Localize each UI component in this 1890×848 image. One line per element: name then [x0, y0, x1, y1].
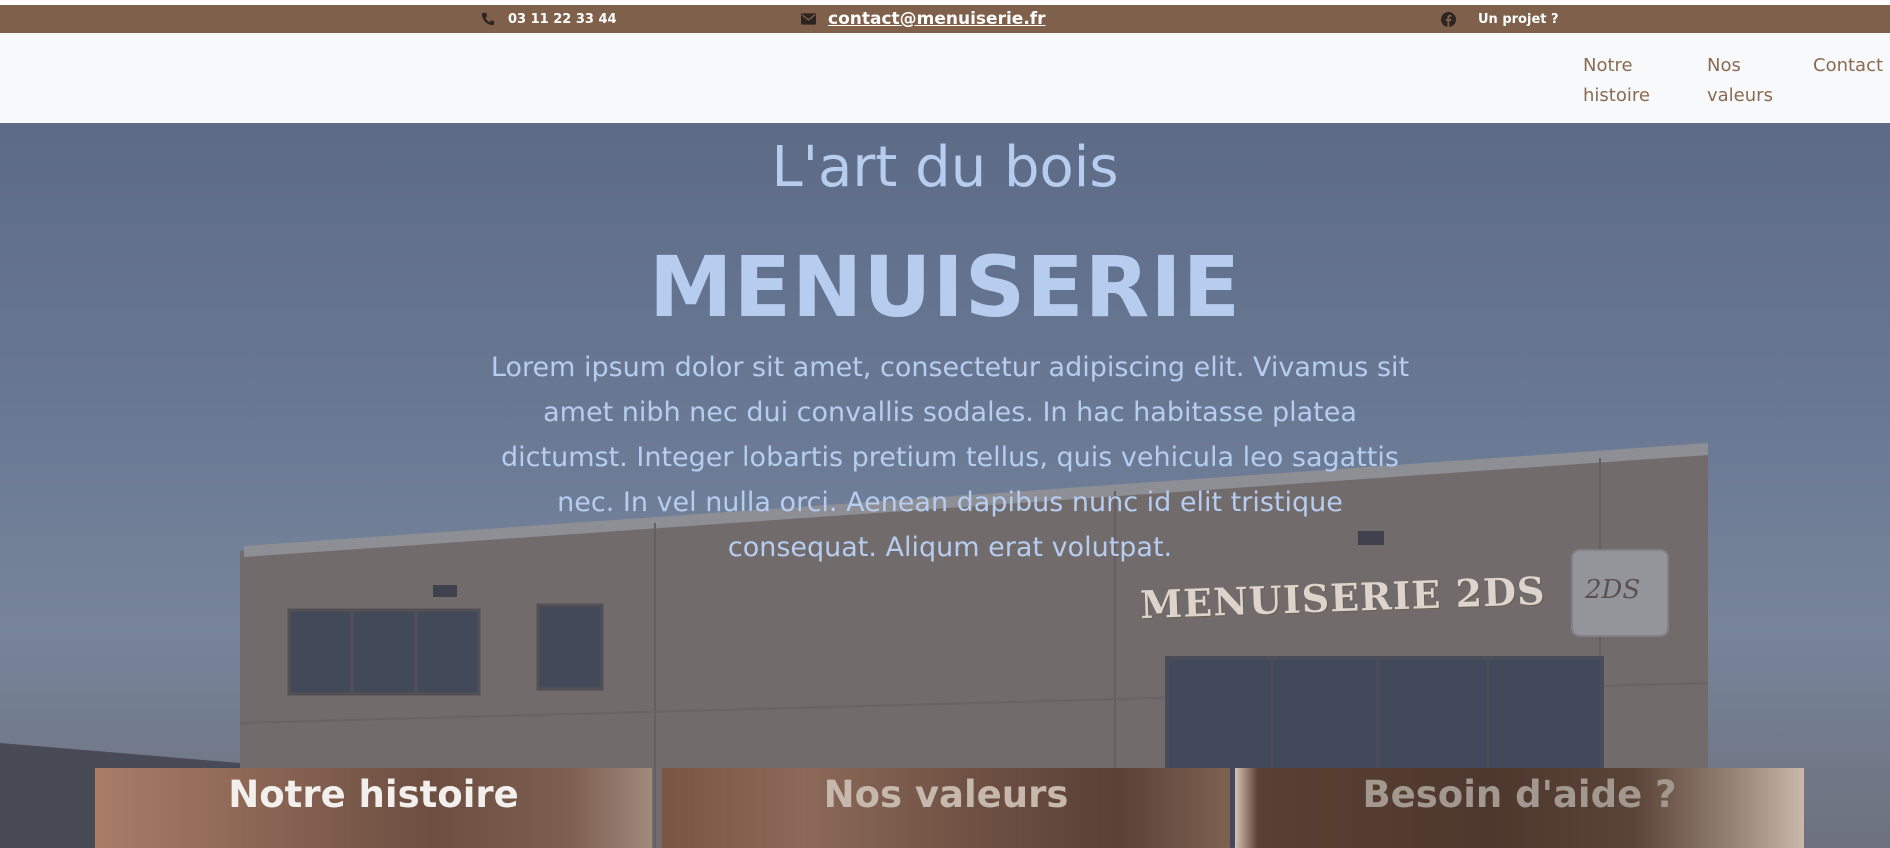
- nav-item-label: Nos: [1707, 55, 1741, 76]
- nav-item-label: histoire: [1583, 85, 1650, 106]
- project-contact[interactable]: Un projet ?: [1440, 5, 1559, 33]
- phone-icon: [480, 11, 496, 27]
- hero-section: MENUISERIE 2DS 2DS L'art du bois MENUISE…: [0, 123, 1890, 848]
- phone-number: 03 11 22 33 44: [508, 11, 617, 27]
- facebook-icon[interactable]: [1440, 11, 1456, 27]
- nav-item-notre-histoire[interactable]: Notre histoire: [1583, 51, 1650, 111]
- hero-title: MENUISERIE: [649, 238, 1241, 336]
- main-navbar: Notre histoire Nos valeurs Contact: [0, 33, 1890, 123]
- card-title: Besoin d'aide ?: [1362, 772, 1677, 816]
- nav-item-label: Contact: [1813, 55, 1884, 76]
- card-besoin-aide[interactable]: Besoin d'aide ?: [1235, 768, 1804, 848]
- email-link[interactable]: contact@menuiserie.fr: [828, 9, 1046, 29]
- project-link[interactable]: Un projet ?: [1478, 12, 1559, 27]
- card-notre-histoire[interactable]: Notre histoire: [95, 768, 652, 848]
- email-contact[interactable]: contact@menuiserie.fr: [800, 5, 1046, 33]
- hero-subtitle: L'art du bois: [771, 135, 1119, 200]
- nav-item-label: Notre: [1583, 55, 1633, 76]
- top-contact-bar: 03 11 22 33 44 contact@menuiserie.fr Un …: [0, 5, 1890, 33]
- envelope-icon: [800, 11, 816, 27]
- nav-item-nos-valeurs[interactable]: Nos valeurs: [1707, 51, 1773, 111]
- hero-description: Lorem ipsum dolor sit amet, consectetur …: [490, 352, 1410, 563]
- card-nos-valeurs[interactable]: Nos valeurs: [662, 768, 1230, 848]
- phone-contact[interactable]: 03 11 22 33 44: [480, 5, 617, 33]
- card-title: Nos valeurs: [823, 772, 1069, 816]
- card-title: Notre histoire: [228, 772, 519, 816]
- nav-item-label: valeurs: [1707, 85, 1773, 106]
- nav-item-contact[interactable]: Contact: [1813, 51, 1883, 81]
- logo-plate-text: 2DS: [1585, 575, 1641, 605]
